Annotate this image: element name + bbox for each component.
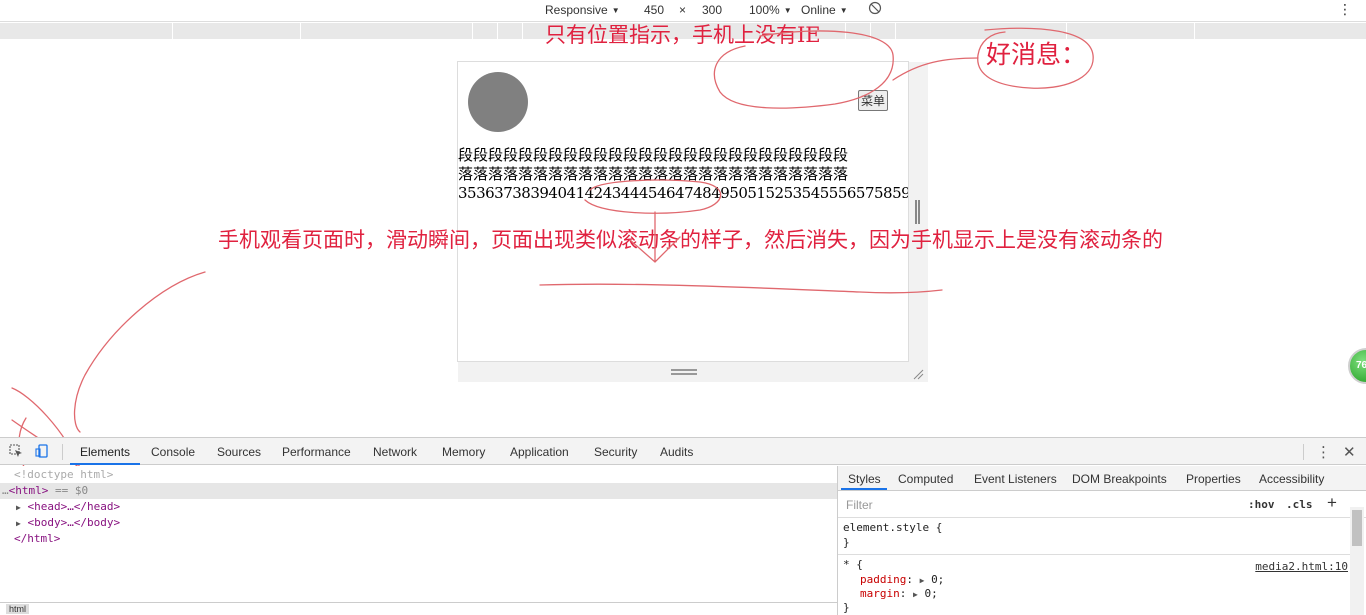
viewport-height-input[interactable]: 300 — [702, 3, 722, 17]
media-query-divider — [870, 23, 871, 39]
hover-state-toggle[interactable]: :hov — [1248, 498, 1275, 511]
style-source-link[interactable]: media2.html:10 — [1255, 560, 1348, 574]
style-rule-element[interactable]: element.style { } — [838, 521, 1350, 555]
class-toggle[interactable]: .cls — [1286, 498, 1313, 511]
media-query-divider — [472, 23, 473, 39]
paragraph-line: 落落落落落落落落落落落落落落落落落落落落落落落落落落 — [458, 165, 849, 183]
inspect-element-icon[interactable] — [9, 444, 23, 458]
media-query-divider — [300, 23, 301, 39]
styles-filter-input[interactable]: Filter — [842, 496, 1238, 514]
caret-down-icon: ▼ — [839, 6, 848, 15]
device-screen[interactable]: 菜单 段段段段段段段段段段段段段段段段段段段段段段段段段段 落落落落落落落落落落… — [457, 61, 909, 362]
dimension-separator: × — [679, 3, 687, 17]
devtools-tabbar: Elements Console Sources Performance Net… — [0, 437, 1366, 465]
annotation-good-news: 好消息： — [986, 40, 1087, 69]
zoom-dropdown[interactable]: 100% ▼ — [749, 3, 792, 17]
new-rule-button[interactable]: + — [1327, 493, 1337, 513]
tab-application[interactable]: Application — [510, 445, 569, 459]
ellipsis-icon: … — [2, 484, 9, 497]
menu-button[interactable]: 菜单 — [858, 90, 889, 111]
scrollbar-thumb[interactable] — [1352, 510, 1362, 546]
resize-handle-bottom[interactable] — [671, 369, 697, 375]
viewport-width-input[interactable]: 450 — [644, 3, 664, 17]
tab-console[interactable]: Console — [151, 445, 195, 459]
tab-elements[interactable]: Elements — [80, 445, 130, 459]
paragraph-line: 3536373839404142434445464748495051525354… — [458, 184, 909, 202]
tab-computed[interactable]: Computed — [898, 472, 953, 486]
expand-triangle-icon[interactable]: ▶ — [920, 576, 925, 585]
style-rule-universal[interactable]: * { media2.html:10 padding: ▶ 0; margin:… — [838, 558, 1350, 615]
tab-performance[interactable]: Performance — [282, 445, 351, 459]
annotation-no-ie: 只有位置指示，手机上没有IE — [545, 23, 821, 47]
tab-dom-breakpoints[interactable]: DOM Breakpoints — [1072, 472, 1167, 486]
active-tab-indicator — [841, 488, 887, 490]
resize-corner-icon[interactable] — [912, 368, 924, 380]
expand-triangle-icon[interactable]: ▶ — [913, 590, 918, 599]
styles-filter-row: Filter :hov .cls + — [838, 492, 1366, 518]
breadcrumb-item-html[interactable]: html — [6, 604, 30, 614]
caret-down-icon: ▼ — [783, 6, 792, 15]
media-query-divider — [1194, 23, 1195, 39]
device-mode-dropdown[interactable]: Responsive ▼ — [545, 3, 620, 17]
network-throttle-dropdown[interactable]: Online ▼ — [801, 3, 848, 17]
tab-memory[interactable]: Memory — [442, 445, 485, 459]
more-options-icon[interactable]: ⋮ — [1338, 2, 1352, 16]
expand-triangle-icon[interactable]: ▶ — [16, 519, 21, 528]
tab-network[interactable]: Network — [373, 445, 417, 459]
dom-node-body[interactable]: ▶ <body>…</body> — [0, 515, 837, 531]
avatar — [468, 72, 528, 132]
breadcrumb: html — [0, 602, 837, 615]
tab-security[interactable]: Security — [594, 445, 637, 459]
annotation-scrollbar-note: 手机观看页面时，滑动瞬间，页面出现类似滚动条的样子，然后消失，因为手机显示上是没… — [218, 228, 1163, 252]
dom-node-head[interactable]: ▶ <head>…</head> — [0, 499, 837, 515]
tab-sources[interactable]: Sources — [217, 445, 261, 459]
elements-panel: <!doctype html> …<html> == $0 ▶ <head>…<… — [0, 466, 837, 615]
tab-properties[interactable]: Properties — [1186, 472, 1241, 486]
tabbar-separator — [1303, 444, 1304, 460]
style-property[interactable]: padding: ▶ 0; — [860, 573, 944, 588]
styles-tabbar: Styles Computed Event Listeners DOM Brea… — [838, 466, 1366, 491]
extension-badge[interactable]: 76 — [1348, 348, 1366, 384]
caret-down-icon: ▼ — [611, 6, 620, 15]
media-query-divider — [522, 23, 523, 39]
close-icon[interactable]: ✕ — [1343, 443, 1356, 461]
tab-accessibility[interactable]: Accessibility — [1259, 472, 1324, 486]
dom-node-html[interactable]: …<html> == $0 — [0, 483, 837, 499]
rotate-icon[interactable] — [868, 1, 882, 18]
style-property[interactable]: margin: ▶ 0; — [860, 587, 938, 602]
device-toolbar-icon[interactable] — [35, 444, 49, 458]
media-query-divider — [845, 23, 846, 39]
tab-styles[interactable]: Styles — [848, 472, 881, 486]
dom-node-html-close[interactable]: </html> — [0, 531, 837, 547]
media-query-divider — [172, 23, 173, 39]
tab-audits[interactable]: Audits — [660, 445, 693, 459]
active-tab-indicator — [70, 463, 140, 465]
tabbar-separator — [62, 444, 63, 460]
media-query-divider — [895, 23, 896, 39]
tab-event-listeners[interactable]: Event Listeners — [974, 472, 1057, 486]
styles-pane: Styles Computed Event Listeners DOM Brea… — [837, 466, 1366, 615]
media-query-divider — [497, 23, 498, 39]
dom-doctype[interactable]: <!doctype html> — [0, 467, 837, 483]
paragraph-line: 段段段段段段段段段段段段段段段段段段段段段段段段段段 — [458, 146, 849, 164]
expand-triangle-icon[interactable]: ▶ — [16, 503, 21, 512]
styles-scrollbar[interactable] — [1350, 507, 1364, 615]
more-options-icon[interactable]: ⋮ — [1316, 443, 1331, 461]
